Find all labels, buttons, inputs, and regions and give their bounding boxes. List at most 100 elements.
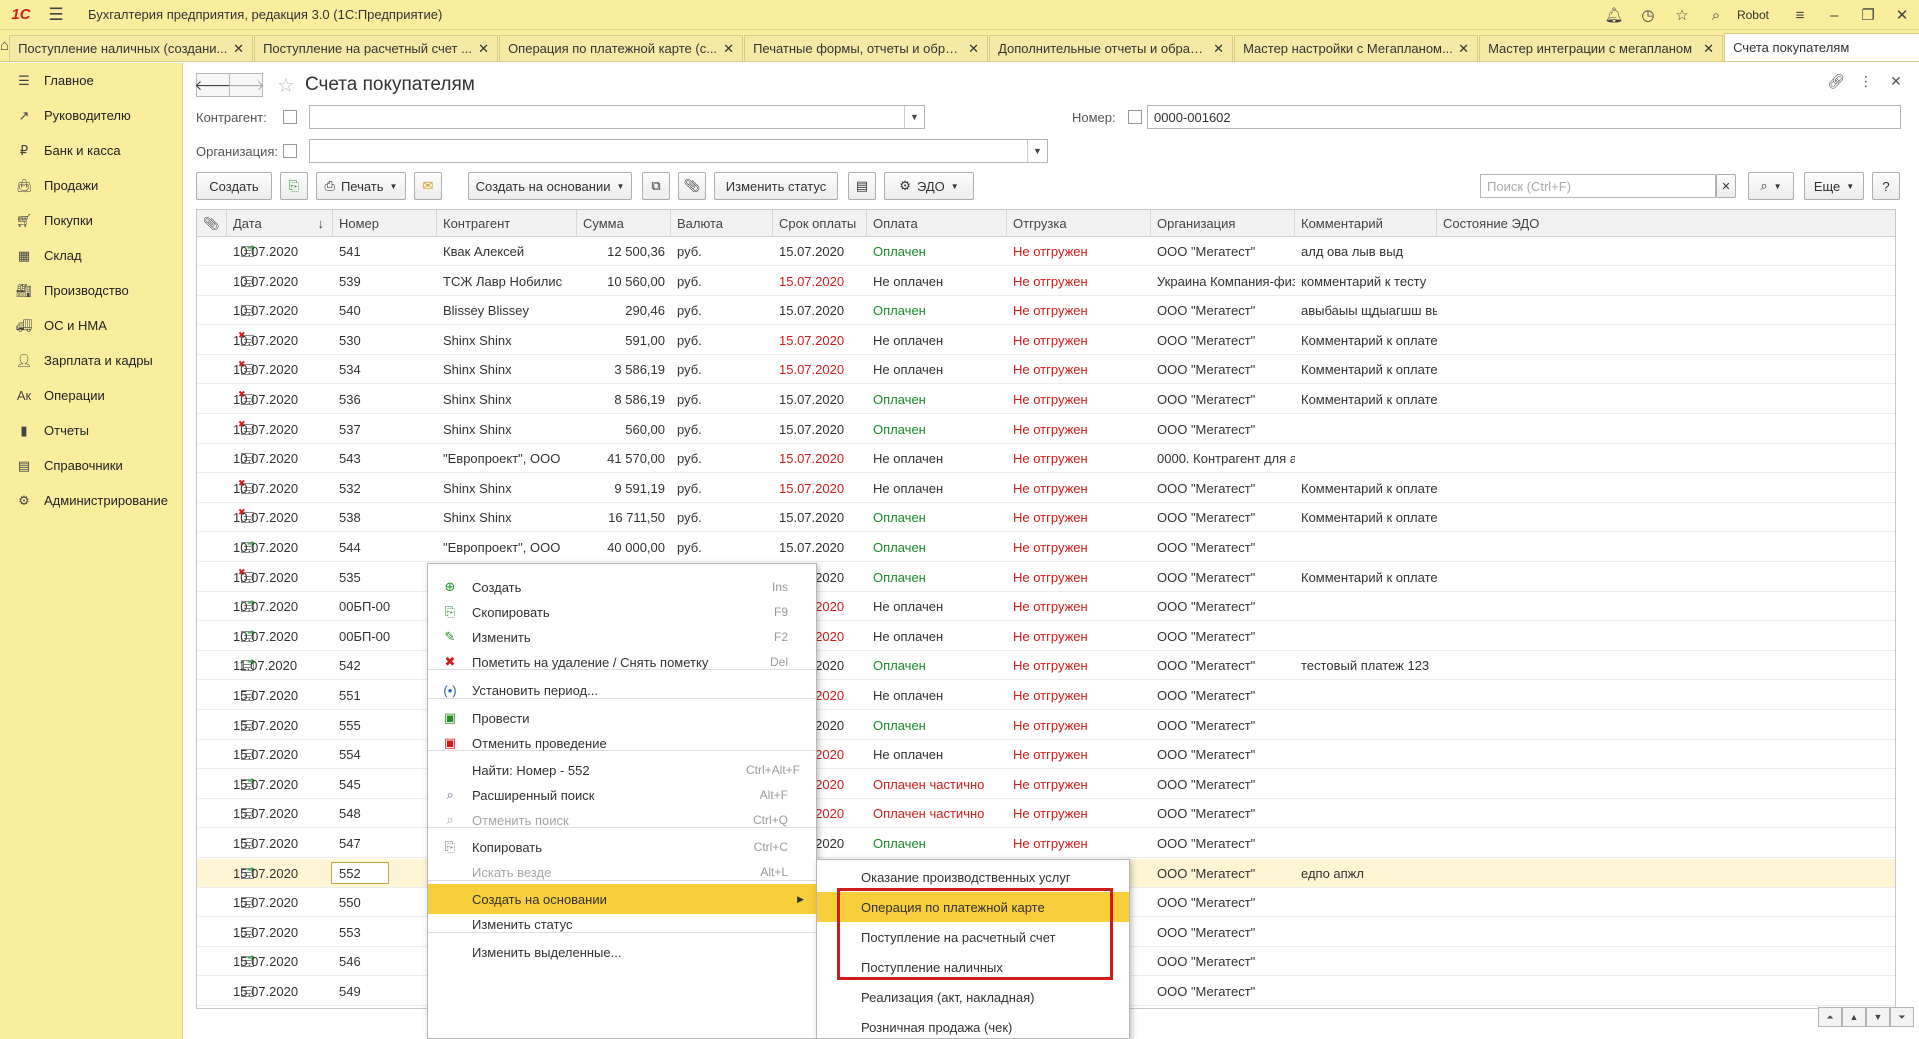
tab-3[interactable]: Печатные формы, отчеты и обра... ✕ xyxy=(744,35,989,61)
organization-dropdown-icon[interactable]: ▼ xyxy=(1027,140,1047,162)
search-input[interactable]: Поиск (Ctrl+F) xyxy=(1480,174,1716,198)
counterparty-field[interactable]: ▼ xyxy=(309,105,925,129)
column-header-2[interactable]: Контрагент xyxy=(437,210,577,237)
scroll-top-icon[interactable]: ⏶ xyxy=(1818,1007,1842,1027)
tab-close-icon[interactable]: ✕ xyxy=(1453,41,1469,57)
menu-item-6[interactable]: ▣ Отменить проведение xyxy=(428,728,816,758)
number-checkbox[interactable] xyxy=(1128,110,1142,124)
home-icon[interactable]: ⌂ xyxy=(0,29,9,61)
table-row[interactable]: 10.07.2020 532 Shinx Shinx 9 591,19 руб. 15.0… xyxy=(197,474,1895,503)
bell-icon[interactable]: 🔔︎ xyxy=(1597,6,1631,24)
print-button[interactable]: ⎙ Печать ▼ xyxy=(316,172,406,200)
column-header-7[interactable]: Отгрузка xyxy=(1007,210,1151,237)
sidebar-item-5[interactable]: ▦ Склад xyxy=(0,238,182,273)
forward-button[interactable]: 🡒 xyxy=(227,73,265,97)
table-row[interactable]: 10.07.2020 540 Blissey Blissey 290,46 руб. 15… xyxy=(197,296,1895,326)
tab-6[interactable]: Мастер интеграции с мегапланом ✕ xyxy=(1479,35,1724,61)
number-field[interactable]: 0000-001602 xyxy=(1147,105,1901,129)
counterparty-dropdown-icon[interactable]: ▼ xyxy=(904,106,924,128)
table-row[interactable]: 10.07.2020 537 Shinx Shinx 560,00 руб. 15.07.… xyxy=(197,415,1895,444)
submenu-item-4[interactable]: Реализация (акт, накладная) xyxy=(817,982,1129,1012)
counterparty-checkbox[interactable] xyxy=(283,110,297,124)
column-header-6[interactable]: Оплата xyxy=(867,210,1007,237)
scroll-down-icon[interactable]: ▼ xyxy=(1866,1007,1890,1027)
menu-item-3[interactable]: ✖ Пометить на удаление / Снять пометку Del xyxy=(428,647,816,677)
scroll-bottom-icon[interactable]: ⏷ xyxy=(1890,1007,1914,1027)
link-icon[interactable]: 🔗︎ xyxy=(1821,73,1851,90)
sidebar-item-12[interactable]: ⚙ Администрирование xyxy=(0,483,182,518)
search-button[interactable]: ⌕ ▼ xyxy=(1748,172,1794,200)
close-icon[interactable]: ✕ xyxy=(1885,6,1919,24)
sidebar-item-9[interactable]: Ак Операции xyxy=(0,378,182,413)
sidebar-item-0[interactable]: ☰ Главное xyxy=(0,63,182,98)
email-icon[interactable]: ✉ xyxy=(414,172,442,200)
column-header-9[interactable]: Комментарий xyxy=(1295,210,1437,237)
sidebar-item-4[interactable]: 🛒︎ Покупки xyxy=(0,203,182,238)
minimize-icon[interactable]: – xyxy=(1817,7,1851,24)
favorite-star-icon[interactable]: ☆ xyxy=(277,73,295,98)
menu-item-13[interactable]: Изменить статус xyxy=(428,909,816,939)
column-header-1[interactable]: Номер xyxy=(333,210,437,237)
table-row[interactable]: 10.07.2020 534 Shinx Shinx 3 586,19 руб. 15.0… xyxy=(197,355,1895,385)
create-green-icon[interactable]: ⎘ xyxy=(280,172,308,200)
tab-close-icon[interactable]: ✕ xyxy=(963,41,979,57)
sidebar-item-3[interactable]: 👜︎ Продажи xyxy=(0,168,182,203)
menu-item-11[interactable]: Искать везде Alt+L xyxy=(428,857,816,887)
tab-5[interactable]: Мастер настройки с Мегапланом... ✕ xyxy=(1234,35,1479,61)
sidebar-item-11[interactable]: ▤ Справочники xyxy=(0,448,182,483)
column-header-5[interactable]: Срок оплаты xyxy=(773,210,867,237)
user-name[interactable]: Robot xyxy=(1733,8,1783,22)
table-row[interactable]: 10.07.2020 543 "Европроект", ООО 41 570,00 р… xyxy=(197,444,1895,474)
tab-close-icon[interactable]: ✕ xyxy=(473,41,489,57)
column-header-0[interactable]: Дата ↓ xyxy=(227,210,333,237)
clear-search-icon[interactable]: ✕ xyxy=(1716,174,1736,198)
search-icon[interactable]: ⌕ xyxy=(1699,7,1733,24)
settings-menu-icon[interactable]: ≡ xyxy=(1783,7,1817,24)
attachment-column-icon[interactable]: 📎︎ xyxy=(197,210,227,237)
help-button[interactable]: ? xyxy=(1872,172,1900,200)
create-button[interactable]: Создать xyxy=(196,172,272,200)
report-icon[interactable]: ▤ xyxy=(848,172,876,200)
attachment-icon[interactable]: 📎︎ xyxy=(678,172,706,200)
organization-field[interactable]: ▼ xyxy=(309,139,1048,163)
column-header-4[interactable]: Валюта xyxy=(671,210,773,237)
column-header-10[interactable]: Состояние ЭДО xyxy=(1437,210,1895,237)
sidebar-item-10[interactable]: ▮ Отчеты xyxy=(0,413,182,448)
menu-item-9[interactable]: ⌕ Отменить поиск Ctrl+Q xyxy=(428,805,816,835)
more-button[interactable]: Еще ▼ xyxy=(1804,172,1864,200)
table-row[interactable]: 10.07.2020 530 Shinx Shinx 591,00 руб. 15.07.… xyxy=(197,326,1895,355)
restore-icon[interactable]: ❐ xyxy=(1851,6,1885,24)
sidebar-item-8[interactable]: 👤︎ Зарплата и кадры xyxy=(0,343,182,378)
sidebar-item-2[interactable]: ₽ Банк и касса xyxy=(0,133,182,168)
column-header-8[interactable]: Организация xyxy=(1151,210,1295,237)
organization-checkbox[interactable] xyxy=(283,144,297,158)
change-status-button[interactable]: Изменить статус xyxy=(714,172,838,200)
menu-item-14[interactable]: Изменить выделенные... xyxy=(428,937,816,967)
main-menu-icon[interactable]: ☰ xyxy=(42,5,70,25)
column-header-3[interactable]: Сумма xyxy=(577,210,671,237)
tab-0[interactable]: Поступление наличных (создани... ✕ xyxy=(9,35,254,61)
tab-close-icon[interactable]: ✕ xyxy=(228,41,244,57)
create-based-on-button[interactable]: Создать на основании ▼ xyxy=(468,172,632,200)
history-icon[interactable]: ◷ xyxy=(1631,6,1665,24)
tab-4[interactable]: Дополнительные отчеты и обраб... ✕ xyxy=(989,35,1234,61)
back-button[interactable]: 🡐 xyxy=(194,73,232,97)
tab-close-icon[interactable]: ✕ xyxy=(1208,41,1224,57)
close-form-icon[interactable]: ✕ xyxy=(1881,73,1911,90)
table-row[interactable]: 10.07.2020 538 Shinx Shinx 16 711,50 руб. 15.… xyxy=(197,503,1895,533)
table-row[interactable]: 10.07.2020 541 Квак Алексей 12 500,36 руб. 15… xyxy=(197,237,1895,266)
tab-1[interactable]: Поступление на расчетный счет ... ✕ xyxy=(254,35,499,61)
tab-close-icon[interactable]: ✕ xyxy=(718,41,734,57)
favorites-star-icon[interactable]: ☆ xyxy=(1665,6,1699,24)
structure-icon[interactable]: ⧉ xyxy=(642,172,670,200)
edo-button[interactable]: ⚙ ЭДО ▼ xyxy=(884,172,974,200)
submenu-item-5[interactable]: Розничная продажа (чек) xyxy=(817,1012,1129,1039)
tab-2[interactable]: Операция по платежной карте (с... ✕ xyxy=(499,35,744,61)
tab-7[interactable]: Счета покупателям✕ xyxy=(1724,33,1919,61)
scroll-up-icon[interactable]: ▲ xyxy=(1842,1007,1866,1027)
sidebar-item-6[interactable]: 🏭︎ Производство xyxy=(0,273,182,308)
table-row[interactable]: 10.07.2020 539 ТСЖ Лавр Нобилис 10 560,00 ру… xyxy=(197,267,1895,296)
menu-item-4[interactable]: (•) Установить период... xyxy=(428,675,816,705)
table-row[interactable]: 10.07.2020 536 Shinx Shinx 8 586,19 руб. 15.0… xyxy=(197,385,1895,414)
sidebar-item-7[interactable]: 🚚︎ ОС и НМА xyxy=(0,308,182,343)
